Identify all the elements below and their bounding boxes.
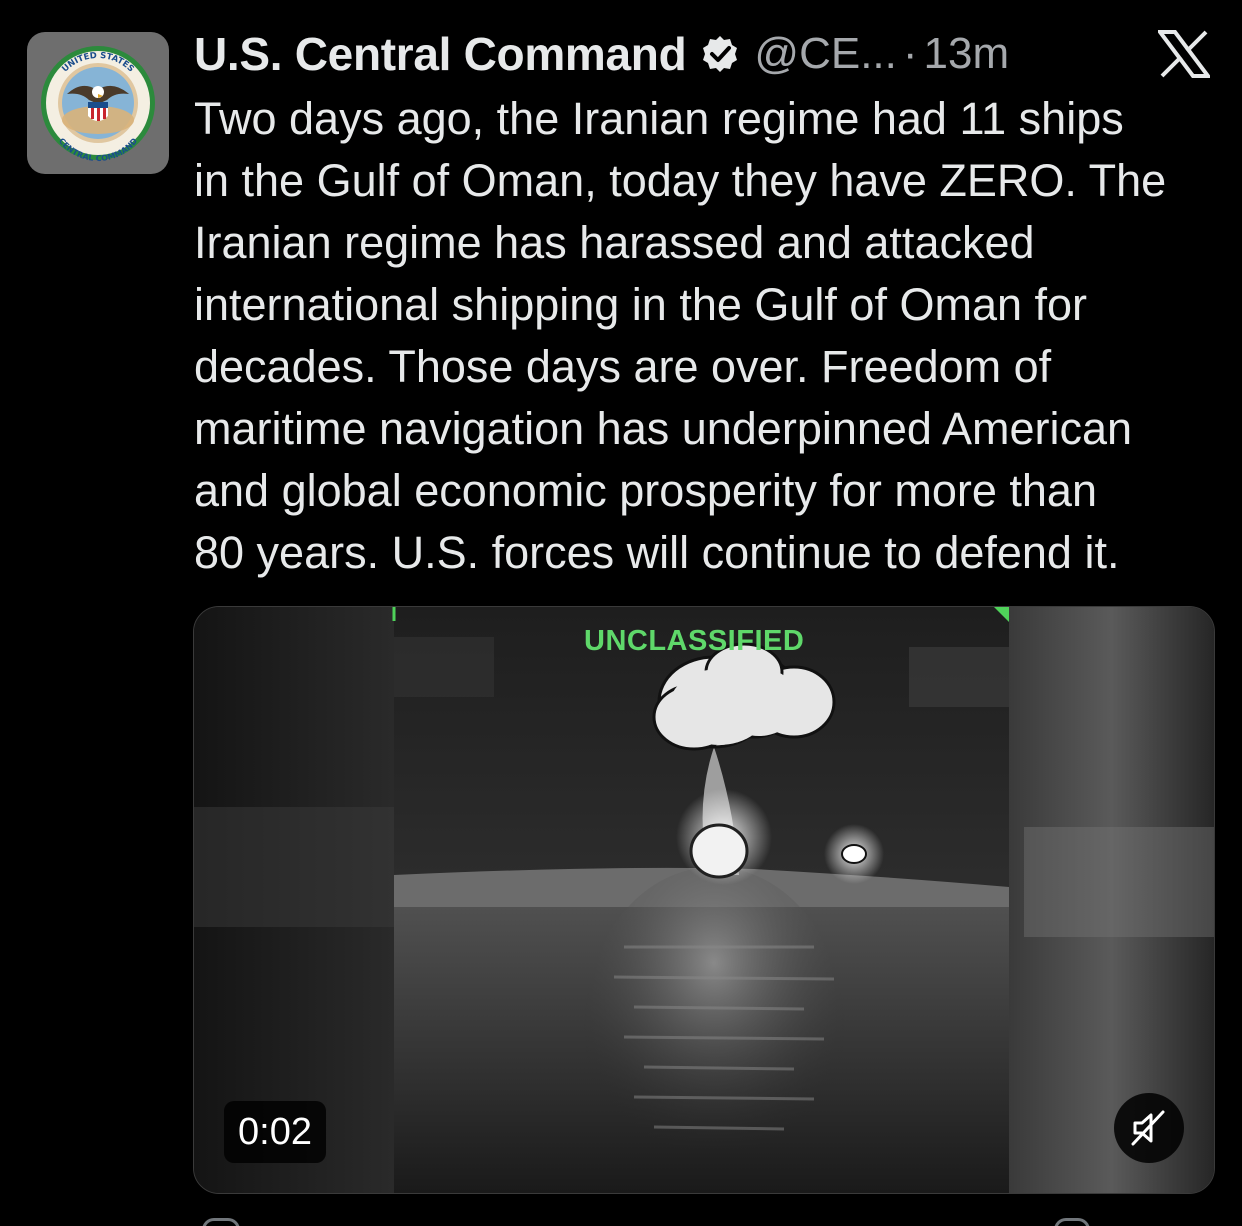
action-bar [194,1212,1224,1226]
avatar[interactable]: UNITED STATES CENTRAL COMMAND [27,32,169,174]
video-player[interactable]: UNCLASSIFIED 0:02 [193,606,1215,1194]
reply-icon[interactable] [202,1218,240,1226]
muted-speaker-icon [1131,1110,1165,1146]
video-frame [194,607,1214,1193]
x-logo-icon[interactable] [1158,30,1210,78]
post-time[interactable]: 13m [924,29,1010,79]
separator-dot: · [902,29,918,78]
video-classification-label: UNCLASSIFIED [584,625,805,657]
display-name[interactable]: U.S. Central Command [194,27,687,81]
bookmark-icon[interactable] [1054,1218,1090,1226]
verified-badge-icon [703,36,738,72]
handle[interactable]: @CE... [754,29,896,79]
central-command-seal-icon: UNITED STATES CENTRAL COMMAND [41,46,155,163]
post-text: Two days ago, the Iranian regime had 11 … [194,93,1167,578]
video-duration: 0:02 [224,1101,326,1163]
mute-button[interactable] [1114,1093,1184,1163]
post-header: U.S. Central Command @CE... · 13m [194,24,1009,84]
